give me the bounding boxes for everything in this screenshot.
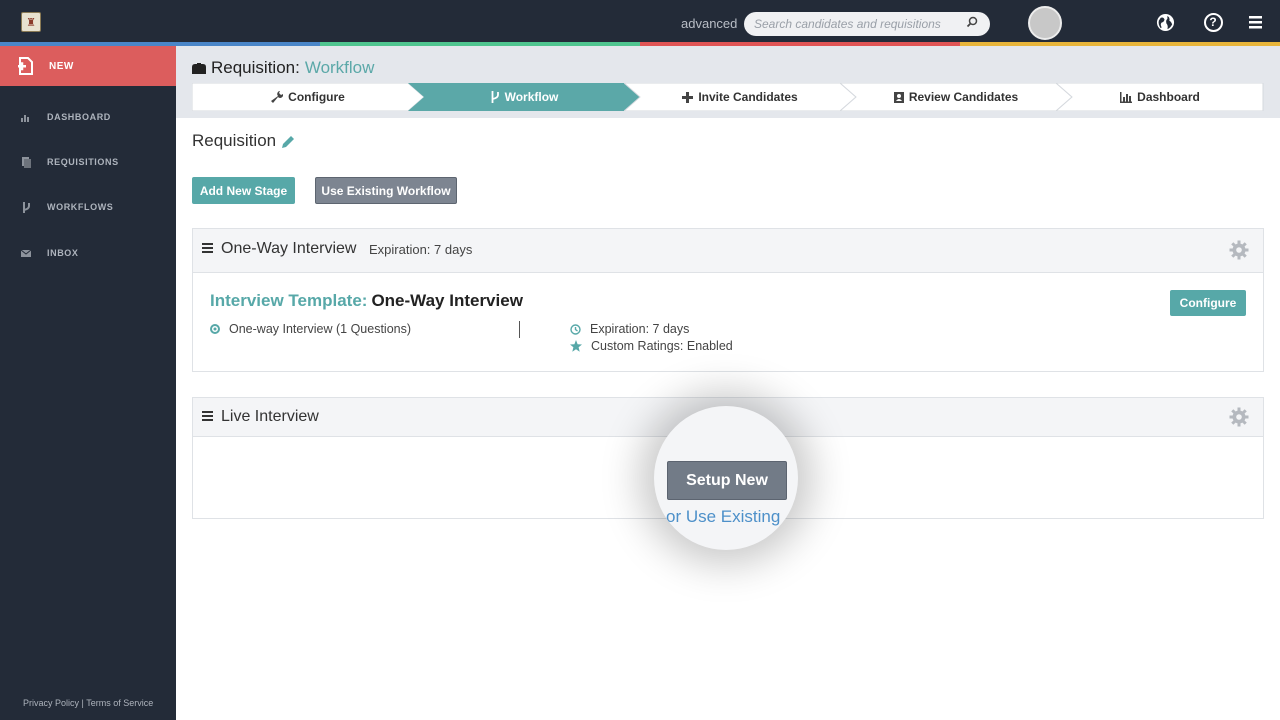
configure-button[interactable]: Configure xyxy=(1170,290,1246,316)
page-header: Requisition: Workflow Configure Workflow… xyxy=(176,46,1280,118)
template-value: One-Way Interview xyxy=(371,291,523,310)
globe-icon[interactable] xyxy=(1154,11,1176,33)
new-button-label: NEW xyxy=(49,60,74,72)
page-title-accent: Workflow xyxy=(304,58,375,77)
requisition-title-text: Requisition xyxy=(192,131,277,150)
template-key: Interview Template: xyxy=(210,291,368,310)
step-label: Workflow xyxy=(504,90,559,104)
setup-new-button[interactable]: Setup New xyxy=(667,461,787,500)
sidebar-item-label: INBOX xyxy=(47,248,79,258)
branch-icon xyxy=(491,91,499,103)
stage-title: Live Interview xyxy=(221,408,319,425)
briefcase-icon xyxy=(192,62,206,74)
advanced-search-link[interactable]: advanced xyxy=(681,16,737,31)
spotlight-magnifier: Setup New or Use Existing xyxy=(654,406,798,550)
search-box[interactable] xyxy=(744,12,990,36)
company-logo[interactable]: ♜ xyxy=(21,12,41,32)
user-avatar[interactable] xyxy=(1028,6,1062,40)
drag-handle-icon[interactable] xyxy=(202,243,213,253)
divider xyxy=(519,321,520,338)
pencil-icon[interactable] xyxy=(282,135,295,148)
search-icon[interactable] xyxy=(966,16,978,31)
sidebar-item-label: DASHBOARD xyxy=(47,112,111,122)
step-label: Invite Candidates xyxy=(698,90,798,104)
branch-icon xyxy=(21,201,31,213)
document-icon xyxy=(21,156,31,168)
contact-icon xyxy=(893,91,904,103)
sidebar-item-inbox[interactable]: INBOX xyxy=(0,238,176,268)
bar-chart-icon xyxy=(1120,91,1133,103)
step-dashboard[interactable]: Dashboard xyxy=(1056,83,1264,111)
step-configure[interactable]: Configure xyxy=(192,83,424,111)
stage-title: One-Way Interview xyxy=(221,240,357,257)
sidebar-item-label: WORKFLOWS xyxy=(47,202,114,212)
stage-panel-header: One-Way Interview Expiration: 7 days xyxy=(193,229,1263,273)
expiration-text: Expiration: 7 days xyxy=(590,322,690,336)
requisition-title: Requisition xyxy=(192,131,295,151)
gear-icon[interactable] xyxy=(1229,407,1249,427)
sidebar-item-dashboard[interactable]: DASHBOARD xyxy=(0,102,176,132)
step-workflow[interactable]: Workflow xyxy=(408,83,640,111)
menu-icon[interactable] xyxy=(1244,11,1266,33)
gear-icon[interactable] xyxy=(1229,240,1249,260)
ratings-text: Custom Ratings: Enabled xyxy=(591,339,733,353)
interview-template: Interview Template: One-Way Interview xyxy=(210,291,523,311)
dot-circle-icon xyxy=(210,324,220,334)
use-existing-workflow-button[interactable]: Use Existing Workflow xyxy=(315,177,457,204)
bar-chart-icon xyxy=(21,112,31,122)
use-existing-link[interactable]: or Use Existing xyxy=(666,507,780,527)
envelope-icon xyxy=(21,248,31,258)
questions-text: One-way Interview (1 Questions) xyxy=(229,322,412,336)
step-label: Review Candidates xyxy=(908,90,1019,104)
stage-panel-one-way: One-Way Interview Expiration: 7 days Int… xyxy=(192,228,1264,372)
plus-icon xyxy=(682,91,694,103)
wrench-icon xyxy=(271,91,284,103)
footer-links[interactable]: Privacy Policy | Terms of Service xyxy=(23,698,153,708)
page-title-prefix: Requisition: xyxy=(211,58,300,77)
step-invite-candidates[interactable]: Invite Candidates xyxy=(624,83,856,111)
add-new-stage-button[interactable]: Add New Stage xyxy=(192,177,295,204)
clock-icon xyxy=(570,323,581,335)
stage-expiration: Expiration: 7 days xyxy=(369,242,473,257)
workflow-steps: Configure Workflow Invite Candidates Rev… xyxy=(192,83,1264,111)
new-document-icon xyxy=(18,57,33,75)
step-label: Dashboard xyxy=(1137,90,1200,104)
help-icon[interactable]: ? xyxy=(1202,11,1224,33)
ratings-row: Custom Ratings: Enabled xyxy=(570,339,733,353)
sidebar: NEW DASHBOARD REQUISITIONS WORKFLOWS INB… xyxy=(0,46,176,720)
page-title: Requisition: Workflow xyxy=(192,58,374,78)
step-review-candidates[interactable]: Review Candidates xyxy=(840,83,1072,111)
step-label: Configure xyxy=(288,90,345,104)
drag-handle-icon[interactable] xyxy=(202,411,213,421)
top-bar: ♜ advanced ? xyxy=(0,0,1280,44)
search-input[interactable] xyxy=(754,15,962,33)
new-button[interactable]: NEW xyxy=(0,46,176,86)
questions-row: One-way Interview (1 Questions) xyxy=(210,322,411,336)
sidebar-item-requisitions[interactable]: REQUISITIONS xyxy=(0,147,176,177)
expiration-row: Expiration: 7 days xyxy=(570,322,689,336)
sidebar-item-label: REQUISITIONS xyxy=(47,157,119,167)
star-icon xyxy=(570,340,582,352)
sidebar-item-workflows[interactable]: WORKFLOWS xyxy=(0,192,176,222)
